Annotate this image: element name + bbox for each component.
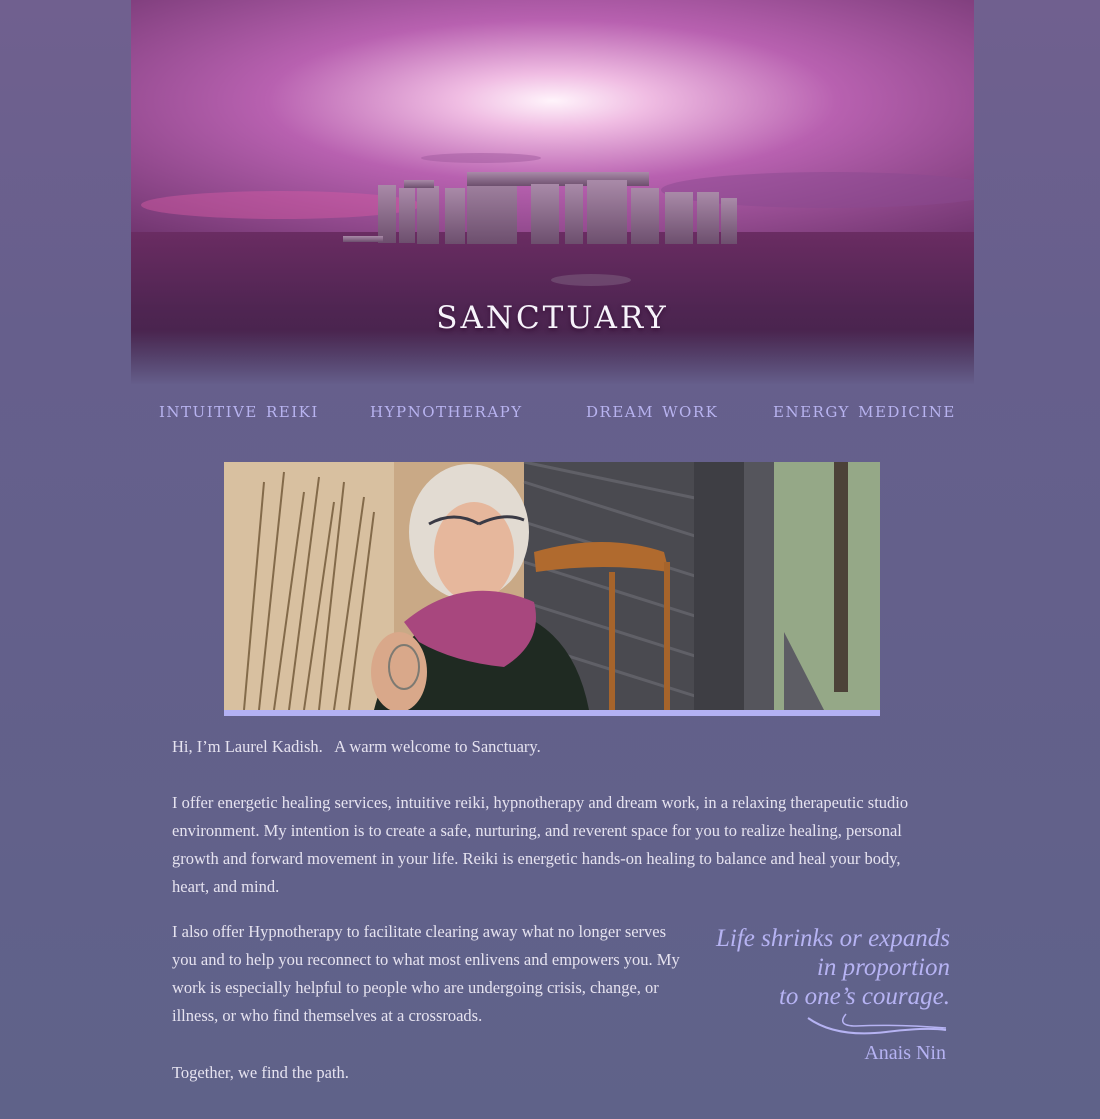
portrait-divider: [224, 710, 880, 716]
quote-author: Anais Nin: [864, 1042, 946, 1064]
quote-line: to one’s courage.: [778, 983, 950, 1010]
quote: Life shrinks or expands in proportion to…: [690, 924, 950, 1011]
intro-paragraph: I offer energetic healing services, intu…: [172, 793, 909, 896]
quote-line: in proportion: [816, 954, 950, 981]
nav-hypnotherapy[interactable]: hypnotherapy: [370, 398, 523, 422]
quote-line: Life shrinks or expands: [715, 925, 950, 952]
closing-text: Together, we find the path.: [172, 1063, 349, 1082]
flourish-ornament: [807, 1013, 947, 1035]
header-banner: sanctuary: [131, 0, 974, 385]
nav-energy-medicine[interactable]: energy medicine: [773, 398, 956, 422]
nav-intuitive-reiki[interactable]: intuitive reiki: [159, 398, 319, 422]
portrait-photo: [224, 462, 880, 710]
nav-dream-work[interactable]: dream work: [586, 398, 718, 422]
greeting-text: Hi, I’m Laurel Kadish. A warm welcome to…: [172, 737, 541, 756]
page: sanctuary intuitive reiki hypnotherapy d…: [0, 0, 1100, 1119]
main-nav: intuitive reiki hypnotherapy dream work …: [131, 398, 974, 432]
hypnotherapy-paragraph: I also offer Hypnotherapy to facilitate …: [172, 922, 680, 1025]
site-title: sanctuary: [436, 288, 669, 339]
